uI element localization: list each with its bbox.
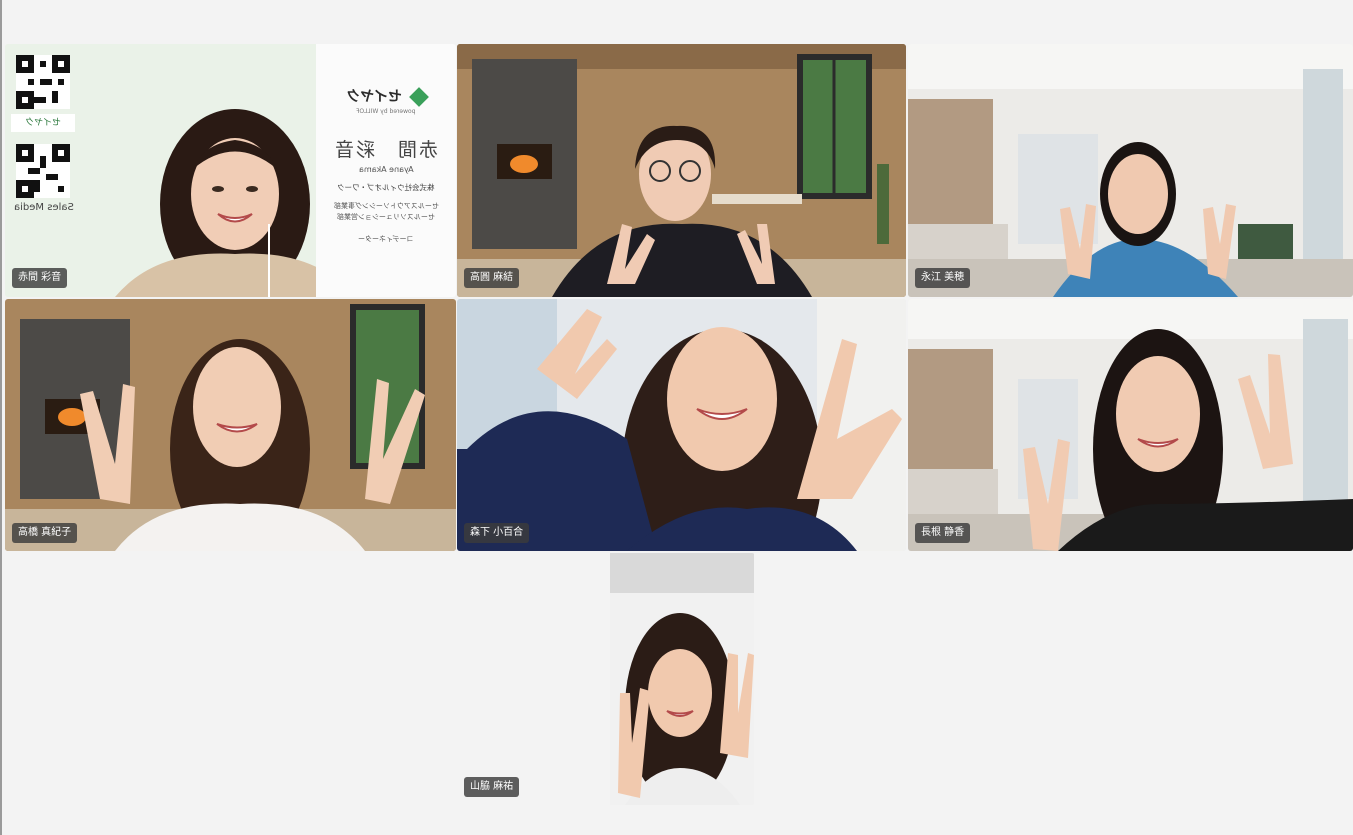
card-romaji: Ayane Akama [358, 165, 414, 174]
participant-video-5 [457, 299, 906, 551]
video-tile-3[interactable]: 永江 美穂 [908, 44, 1353, 297]
sales-media-logo: Sales Media [14, 202, 74, 213]
seiyaku-logo-icon [409, 87, 430, 107]
card-company: 株式会社ウィルオブ・ワーク [337, 183, 435, 192]
card-role: コーディネーター [358, 235, 414, 243]
business-card-panel: セイヤク powered by WILLOF 赤間 彩音 Ayane Akama… [316, 44, 456, 297]
video-tile-4[interactable]: 高橋 真紀子 [5, 299, 456, 551]
video-tile-2[interactable]: 高圓 麻結 [457, 44, 906, 297]
participant-name-tag: 高橋 真紀子 [12, 523, 78, 543]
powered-by-text: powered by WILLOF [356, 108, 416, 115]
card-dept-1: セールスアウトソーシング事業部 [333, 202, 439, 210]
participant-video-6 [908, 299, 1353, 551]
participant-name-tag: 高圓 麻結 [464, 268, 520, 288]
participant-name-tag: 山脇 麻祐 [464, 777, 520, 797]
video-tile-7[interactable]: 山脇 麻祐 [457, 553, 755, 805]
participant-name-tag: 森下 小百合 [464, 523, 530, 543]
qr-code-top [16, 55, 70, 109]
video-tile-5[interactable]: 森下 小百合 [457, 299, 906, 551]
seiyaku-logo: セイヤク [316, 86, 456, 107]
card-dept-2: セールスソリューション営業部 [337, 213, 435, 221]
video-tile-6[interactable]: 長根 静香 [908, 299, 1353, 551]
participant-video-7 [610, 553, 754, 805]
qr-code-bottom [16, 144, 70, 198]
participant-video-2 [457, 44, 906, 297]
window-left-border [0, 0, 2, 835]
card-name: 赤間 彩音 [333, 139, 439, 161]
qr-caption-logo: セイヤク [11, 114, 75, 132]
participant-name-tag: 赤間 彩音 [12, 268, 68, 288]
video-tile-1[interactable]: セイヤク Sales Media セイヤク powered by WILLOF … [5, 44, 456, 297]
participant-video-4 [5, 299, 456, 551]
participant-video-3 [908, 44, 1353, 297]
participant-name-tag: 長根 静香 [915, 523, 971, 543]
participant-name-tag: 永江 美穂 [915, 268, 971, 288]
